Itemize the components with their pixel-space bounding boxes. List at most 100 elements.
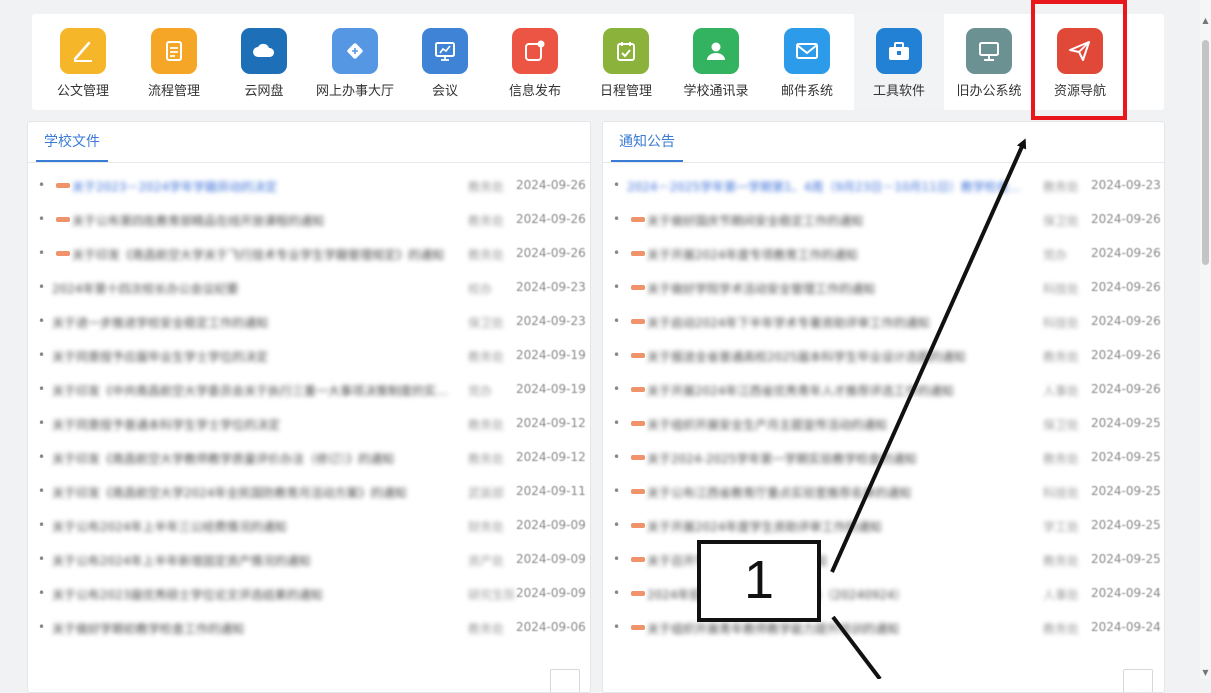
item-date: 2024-09-26 [1091, 348, 1161, 362]
list-item[interactable]: • 关于进一步推进学校安全稳定工作的通知 保卫处 2024-09-23 [28, 305, 590, 339]
list-item[interactable]: • 关于组织开展安全生产月主题宣传活动的通知 保卫处 2024-09-25 [603, 407, 1164, 441]
item-title[interactable]: 关于报送全省普通高校2025届本科学生毕业设计选题的通知 [647, 348, 1032, 365]
item-department: 教务处 [468, 248, 505, 262]
item-title[interactable]: 关于公布2024年上半年三公经费情况的通知 [52, 518, 457, 535]
list-item[interactable]: • 关于2024-2025学年第一学期实验教学检查的通知 教务处 2024-09-25 [603, 441, 1164, 475]
list-item[interactable]: • 关于做好学院学术活动安全管理工作的通知 科技处 2024-09-26 [603, 271, 1164, 305]
item-department: 保卫处 [1043, 214, 1080, 228]
toolbar-item-document[interactable]: 流程管理 [129, 14, 219, 110]
item-title[interactable]: 关于做好学期初教学检查工作的通知 [52, 620, 457, 637]
bullet-icon: • [613, 280, 621, 294]
item-title[interactable]: 关于组织开展青年教师教学能力提升培训的通知 [647, 620, 1032, 637]
item-title[interactable]: 2024－2025学年第一学期第1、4周（9月23日－10月11日）教学检查安排 [627, 178, 1032, 195]
tab-notices[interactable]: 通知公告 [611, 122, 683, 162]
item-date: 2024-09-25 [1091, 484, 1161, 498]
toolbar-item-tag[interactable]: 网上办事大厅 [310, 14, 400, 110]
scroll-down-icon[interactable]: ▼ [1200, 668, 1211, 677]
item-date: 2024-09-19 [516, 382, 586, 396]
item-department: 科技处 [1043, 316, 1080, 330]
bullet-icon: • [38, 314, 46, 328]
list-item[interactable]: •2024年招聘高层次人才博士公告（20240924）人事处2024-09-24 [603, 577, 1164, 611]
list-item[interactable]: • 关于印发《南昌航空大学教师教学质量评价办法（修订）》的通知 教务处 2024-09… [28, 441, 590, 475]
item-department: 保卫处 [1043, 418, 1080, 432]
new-badge [631, 523, 645, 528]
list-item[interactable]: • 关于印发《南昌航空大学2024年全民国防教育月活动方案》的通知 武装部 2024-… [28, 475, 590, 509]
new-badge [631, 387, 645, 392]
item-title[interactable]: 关于做好国庆节期间安全稳定工作的通知 [647, 212, 1032, 229]
list-item[interactable]: •关于召开学校教学工作会议的通知教务处2024-09-25 [603, 543, 1164, 577]
list-item[interactable]: • 关于报送全省普通高校2025届本科学生毕业设计选题的通知 教务处 2024-09-… [603, 339, 1164, 373]
item-title[interactable]: 关于印发《中共南昌航空大学委员会关于执行三重一大事项决策制度的实施办法》的通知 [52, 382, 457, 399]
list-item[interactable]: • 关于2023－2024学年学籍异动的决定 教务处 2024-09-26 [28, 169, 590, 203]
item-title[interactable]: 关于印发《南昌航空大学教师教学质量评价办法（修订）》的通知 [52, 450, 457, 467]
new-badge [56, 251, 70, 256]
item-title[interactable]: 关于做好学院学术活动安全管理工作的通知 [647, 280, 1032, 297]
toolbar-item-cloud[interactable]: 云网盘 [219, 14, 309, 110]
new-badge [631, 625, 645, 630]
list-item[interactable]: • 关于启动2024年下半年学术专著资助评审工作的通知 科技处 2024-09-26 [603, 305, 1164, 339]
item-title[interactable]: 关于同意授予应届毕业生学士学位的决定 [52, 348, 457, 365]
list-item[interactable]: • 关于做好国庆节期间安全稳定工作的通知 保卫处 2024-09-26 [603, 203, 1164, 237]
item-title[interactable]: 关于公布江西省教育厅重点实验室推荐名单的通知 [647, 484, 1032, 501]
new-badge [56, 183, 70, 188]
toolbar-item-pencil[interactable]: 公文管理 [38, 14, 128, 110]
list-item[interactable]: • 关于开展2024年度专项教育工作的通知 党办 2024-09-26 [603, 237, 1164, 271]
item-department: 教务处 [468, 622, 505, 636]
list-item[interactable]: • 2024年第十四次校长办公会议纪要 校办 2024-09-23 [28, 271, 590, 305]
toolbar-item-toolbox[interactable]: 工具软件 [854, 14, 944, 110]
list-item[interactable]: • 关于印发《南昌航空大学关于飞行技术专业学生学籍管理规定》的通知 教务处 2024-… [28, 237, 590, 271]
toolbar-item-paper-plane[interactable]: 资源导航 [1035, 14, 1125, 110]
toolbar-item-calendar-check[interactable]: 日程管理 [581, 14, 671, 110]
list-item[interactable]: • 关于开展2024年度学生资助评审工作的通知 学工处 2024-09-25 [603, 509, 1164, 543]
list-item[interactable]: • 关于组织开展青年教师教学能力提升培训的通知 教务处 2024-09-24 [603, 611, 1164, 645]
item-department: 校办 [468, 282, 493, 296]
notices-more-button[interactable] [1123, 669, 1153, 692]
list-item[interactable]: • 关于开展2024年江西省优秀青年人才推荐评选工作的通知 人事处 2024-09-2… [603, 373, 1164, 407]
list-item[interactable]: • 关于公布2024年上半年新增固定资产情况的通知 资产处 2024-09-09 [28, 543, 590, 577]
item-title[interactable]: 关于公布2023届优秀硕士学位论文评选结果的通知 [52, 586, 457, 603]
item-title[interactable]: 关于进一步推进学校安全稳定工作的通知 [52, 314, 457, 331]
list-item[interactable]: • 关于公布第四批教育部精品在线开放课程的通知 教务处 2024-09-26 [28, 203, 590, 237]
item-title[interactable]: 关于公布2024年上半年新增固定资产情况的通知 [52, 552, 457, 569]
list-item[interactable]: • 关于同意授予应届毕业生学士学位的决定 教务处 2024-09-19 [28, 339, 590, 373]
item-department: 人事处 [1043, 588, 1080, 602]
toolbar-item-label: 流程管理 [147, 84, 200, 99]
item-title[interactable]: 关于2024-2025学年第一学期实验教学检查的通知 [647, 450, 1032, 467]
item-title[interactable]: 2024年第十四次校长办公会议纪要 [52, 280, 457, 297]
toolbar-item-notification[interactable]: 信息发布 [490, 14, 580, 110]
list-item[interactable]: • 2024－2025学年第一学期第1、4周（9月23日－10月11日）教学检查安… [603, 169, 1164, 203]
item-title[interactable]: 关于开展2024年度专项教育工作的通知 [647, 246, 1032, 263]
toolbar-item-mail[interactable]: 邮件系统 [762, 14, 852, 110]
school-docs-panel: 学校文件 • 关于2023－2024学年学籍异动的决定 教务处 2024-09-26 •… [27, 121, 591, 693]
item-title[interactable]: 关于印发《南昌航空大学关于飞行技术专业学生学籍管理规定》的通知 [72, 246, 457, 263]
list-item[interactable]: • 关于公布2024年上半年三公经费情况的通知 财务处 2024-09-09 [28, 509, 590, 543]
page-scrollbar[interactable]: ▲ ▼ [1200, 0, 1211, 679]
item-department: 党办 [1043, 248, 1068, 262]
item-title[interactable]: 关于组织开展安全生产月主题宣传活动的通知 [647, 416, 1032, 433]
toolbar-item-presentation[interactable]: 会议 [400, 14, 490, 110]
bullet-icon: • [38, 280, 46, 294]
tab-school-docs[interactable]: 学校文件 [36, 122, 108, 162]
scrollbar-thumb[interactable] [1202, 40, 1209, 265]
list-item[interactable]: • 关于公布2023届优秀硕士学位论文评选结果的通知 研究生院 2024-09-09 [28, 577, 590, 611]
item-title[interactable]: 关于启动2024年下半年学术专著资助评审工作的通知 [647, 314, 1032, 331]
bullet-icon: • [38, 586, 46, 600]
bullet-icon: • [38, 178, 46, 192]
item-title[interactable]: 关于同意授予普通本科学生学士学位的决定 [52, 416, 457, 433]
item-title[interactable]: 关于开展2024年江西省优秀青年人才推荐评选工作的通知 [647, 382, 1032, 399]
item-title[interactable]: 关于开展2024年度学生资助评审工作的通知 [647, 518, 1032, 535]
school-docs-more-button[interactable] [550, 669, 580, 692]
list-item[interactable]: • 关于同意授予普通本科学生学士学位的决定 教务处 2024-09-12 [28, 407, 590, 441]
toolbar-item-contact[interactable]: 学校通讯录 [671, 14, 761, 110]
toolbar-item-monitor[interactable]: 旧办公系统 [944, 14, 1034, 110]
item-title[interactable]: 关于2023－2024学年学籍异动的决定 [72, 178, 457, 195]
item-title[interactable]: 关于印发《南昌航空大学2024年全民国防教育月活动方案》的通知 [52, 484, 457, 501]
item-title[interactable]: 关于公布第四批教育部精品在线开放课程的通知 [72, 212, 457, 229]
notices-list: • 2024－2025学年第一学期第1、4周（9月23日－10月11日）教学检查安… [603, 163, 1164, 645]
scroll-up-icon[interactable]: ▲ [1200, 16, 1211, 25]
list-item[interactable]: • 关于公布江西省教育厅重点实验室推荐名单的通知 科技处 2024-09-25 [603, 475, 1164, 509]
bullet-icon: • [38, 450, 46, 464]
list-item[interactable]: • 关于印发《中共南昌航空大学委员会关于执行三重一大事项决策制度的实施办法》的通知… [28, 373, 590, 407]
calendar-check-icon [603, 28, 649, 74]
list-item[interactable]: • 关于做好学期初教学检查工作的通知 教务处 2024-09-06 [28, 611, 590, 645]
